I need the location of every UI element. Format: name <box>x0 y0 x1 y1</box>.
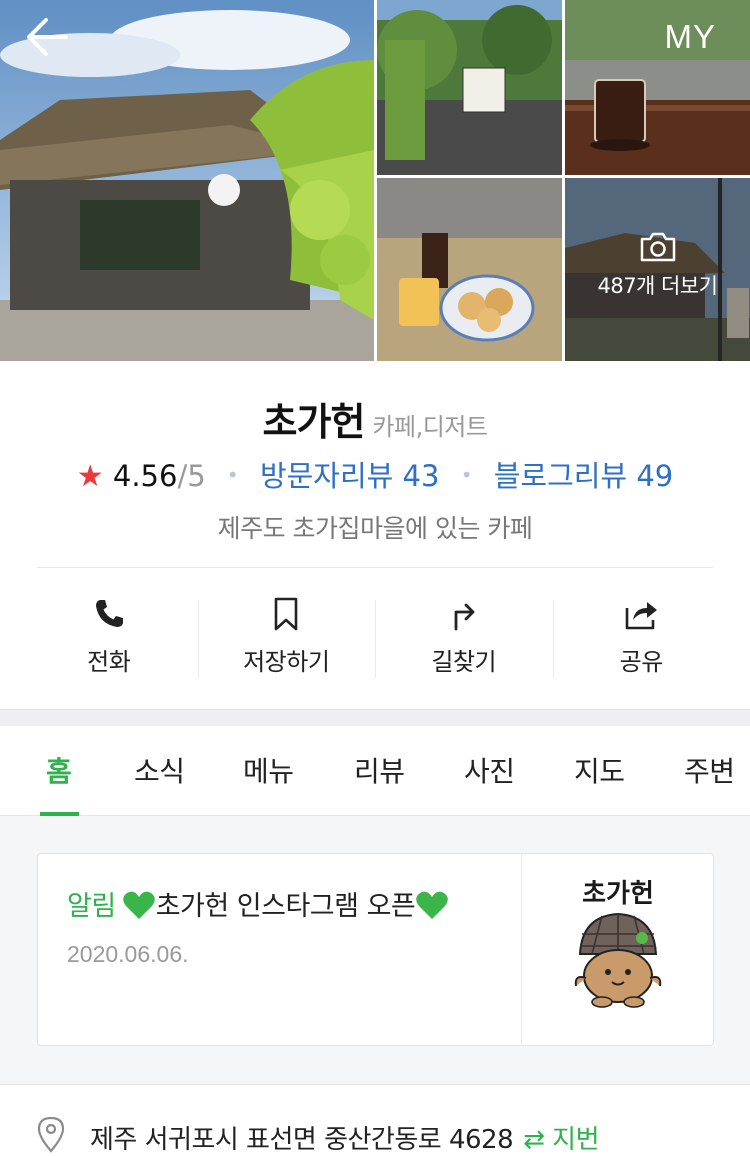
star-icon: ★ <box>76 459 104 494</box>
blog-reviews-link[interactable]: 블로그리뷰 49 <box>494 459 674 493</box>
directions-label: 길찾기 <box>431 648 497 676</box>
rating-max: /5 <box>177 459 206 493</box>
gallery-photo-dessert[interactable] <box>377 178 562 361</box>
jibun-toggle[interactable]: ⇄ 지번 <box>523 1125 599 1155</box>
address-text: 제주 서귀포시 표선면 중산간동로 4628 <box>90 1125 514 1155</box>
back-button[interactable] <box>22 14 74 62</box>
tab-news[interactable]: 소식 <box>134 750 185 790</box>
directions-icon <box>454 603 475 631</box>
news-text: 알림 초가헌 인스타그램 오픈 2020.06.06. <box>38 854 522 1045</box>
my-button[interactable]: MY <box>665 18 717 56</box>
place-info: 초가헌 카페,디저트 ★ 4.56/5 • 방문자리뷰 43 • 블로그리뷰 49… <box>0 361 750 709</box>
tab-menu[interactable]: 메뉴 <box>243 750 294 790</box>
separator-dot: • <box>460 463 473 487</box>
news-title-row: 알림 초가헌 인스타그램 오픈 <box>67 884 521 923</box>
news-title: 초가헌 인스타그램 오픈 <box>155 891 416 922</box>
news-date: 2020.06.06. <box>67 941 189 967</box>
rating-row: ★ 4.56/5 • 방문자리뷰 43 • 블로그리뷰 49 <box>0 453 750 495</box>
gallery-photo-coffee[interactable] <box>565 0 750 175</box>
gallery-more-button[interactable]: 487개 더보기 <box>565 178 750 361</box>
address-text-row: 제주 서귀포시 표선면 중산간동로 4628 ⇄ 지번 <box>90 1119 599 1156</box>
camera-icon <box>640 232 675 262</box>
separator-dot: • <box>226 463 239 487</box>
phone-icon <box>95 600 123 627</box>
call-button[interactable]: 전화 <box>20 568 198 688</box>
save-label: 저장하기 <box>243 648 330 676</box>
title-row: 초가헌 카페,디저트 <box>0 391 750 446</box>
section-gap <box>0 709 750 726</box>
address-row: 제주 서귀포시 표선면 중산간동로 4628 ⇄ 지번 <box>0 1084 750 1156</box>
tab-map[interactable]: 지도 <box>574 750 625 790</box>
tab-reviews[interactable]: 리뷰 <box>354 750 405 790</box>
arrow-left-icon <box>27 18 68 56</box>
share-label: 공유 <box>619 648 664 676</box>
call-label: 전화 <box>87 648 131 676</box>
visitor-reviews-link[interactable]: 방문자리뷰 43 <box>260 459 440 493</box>
thumb-logo-text: 초가헌 <box>582 879 654 909</box>
green-heart-icon <box>122 891 155 919</box>
rating-score: 4.56 <box>112 459 178 493</box>
save-button[interactable]: 저장하기 <box>197 568 376 688</box>
tab-photos[interactable]: 사진 <box>464 750 515 790</box>
location-pin-icon <box>37 1116 65 1153</box>
place-category: 카페,디저트 <box>372 413 488 441</box>
news-card[interactable]: 알림 초가헌 인스타그램 오픈 2020.06.06. 초가헌 <box>37 853 714 1046</box>
news-tag: 알림 <box>67 891 116 922</box>
action-bar: 전화 저장하기 길찾기 공유 <box>20 568 730 688</box>
tab-bar: 홈 소식 메뉴 리뷰 사진 지도 주변 <box>0 726 750 816</box>
tab-home[interactable]: 홈 <box>46 750 72 790</box>
more-photos-label: 487개 더보기 <box>597 274 718 298</box>
share-button[interactable]: 공유 <box>552 568 731 688</box>
share-icon <box>625 602 658 630</box>
photo-gallery: 487개 더보기 MY <box>0 0 750 361</box>
gallery-photo-sign[interactable] <box>377 0 562 175</box>
green-heart-icon <box>416 891 449 919</box>
directions-button[interactable]: 길찾기 <box>375 568 553 688</box>
place-name: 초가헌 <box>262 400 366 444</box>
news-section: 알림 초가헌 인스타그램 오픈 2020.06.06. 초가헌 <box>0 816 750 1084</box>
news-thumbnail: 초가헌 <box>522 854 713 1045</box>
place-description: 제주도 초가집마을에 있는 카페 <box>217 514 533 543</box>
bookmark-icon <box>274 597 298 631</box>
tab-nearby[interactable]: 주변 <box>684 750 735 790</box>
